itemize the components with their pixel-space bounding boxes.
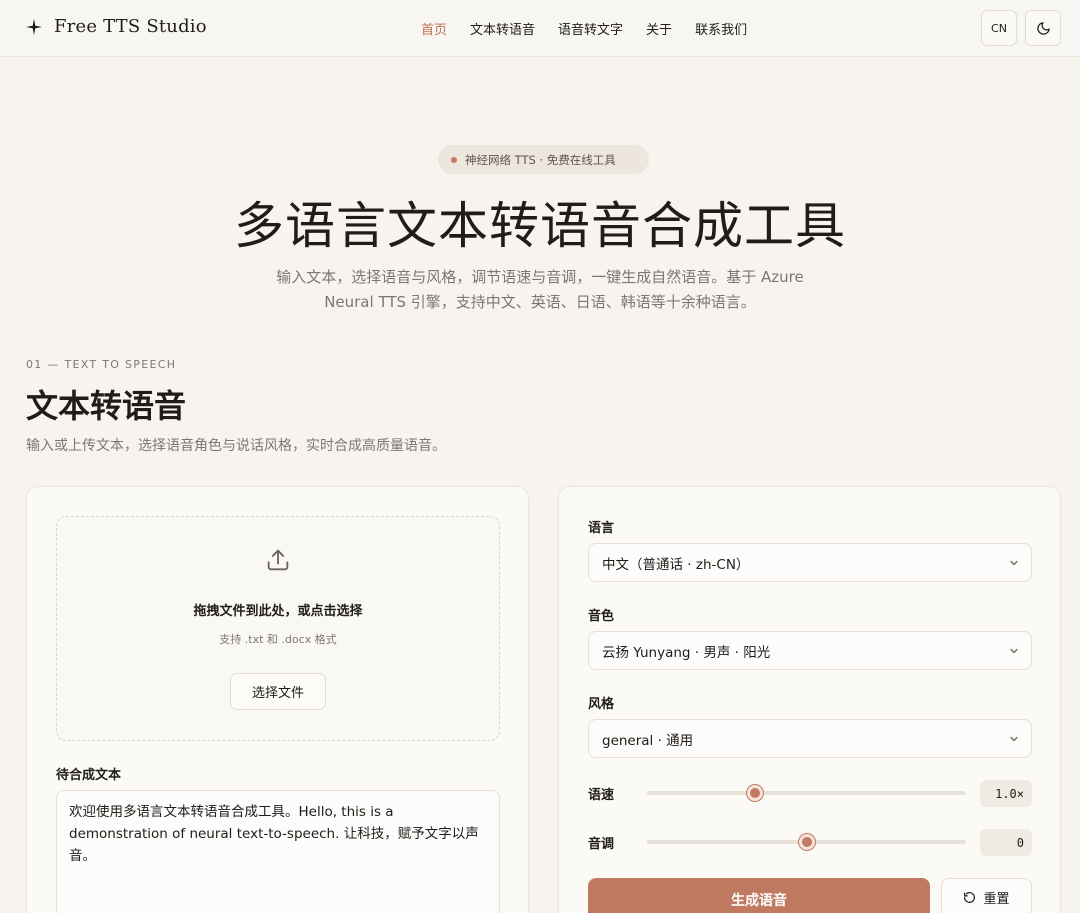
rate-label: 语速	[588, 788, 615, 803]
text-input-area[interactable]: 欢迎使用多语言文本转语音合成工具。Hello, this is a demons…	[56, 790, 500, 913]
nav-text-to-speech[interactable]: 文本转语音	[470, 19, 535, 38]
text-input-label: 待合成文本	[56, 768, 122, 783]
language-label: 语言	[588, 521, 615, 536]
dropzone-title: 拖拽文件到此处，或点击选择	[193, 604, 363, 619]
theme-toggle-button[interactable]	[1025, 10, 1061, 46]
rate-slider[interactable]	[647, 785, 966, 801]
language-select[interactable]: 中文（普通话 · zh-CN）	[588, 543, 1032, 582]
voice-settings-card: 语言 中文（普通话 · zh-CN） 音色 云扬 Yunyang · 男声 · …	[558, 486, 1061, 913]
generate-speech-button[interactable]: 生成语音	[588, 878, 930, 913]
reset-icon	[964, 892, 976, 903]
rate-slider-thumb[interactable]	[747, 785, 764, 801]
hero-subtitle: 输入文本，选择语音与风格，调节语速与音调，一键生成自然语音。基于 Azure N…	[240, 265, 840, 315]
nav-home[interactable]: 首页	[421, 19, 447, 38]
reset-button[interactable]: 重置	[941, 878, 1032, 913]
style-select[interactable]: general · 通用	[588, 719, 1032, 758]
rate-value: 1.0×	[980, 780, 1032, 807]
hero-title: 多语言文本转语音合成工具	[234, 197, 846, 255]
moon-icon	[1036, 21, 1050, 35]
voice-select[interactable]: 云扬 Yunyang · 男声 · 阳光	[588, 631, 1032, 670]
text-input-card: 拖拽文件到此处，或点击选择 支持 .txt 和 .docx 格式 选择文件 待合…	[26, 486, 529, 913]
hero-subtitle-line-1: 输入文本，选择语音与风格，调节语速与音调，一键生成自然语音。基于 Azure	[276, 268, 804, 286]
section-title: 文本转语音	[26, 387, 187, 425]
chevron-down-icon	[1010, 736, 1018, 742]
badge-dot	[451, 156, 457, 163]
chevron-down-icon	[1010, 560, 1018, 566]
nav-contact[interactable]: 联系我们	[695, 19, 747, 38]
brand[interactable]: Free TTS Studio	[26, 16, 207, 37]
choose-file-button[interactable]: 选择文件	[230, 673, 326, 710]
style-select-value: general · 通用	[602, 732, 694, 749]
nav-speech-to-text[interactable]: 语音转文字	[558, 19, 623, 38]
reset-label: 重置	[983, 892, 1010, 907]
sparkle-icon	[26, 18, 42, 35]
brand-name: Free TTS Studio	[54, 16, 207, 37]
top-header: Free TTS Studio 首页 文本转语音 语音转文字 关于 联系我们 C…	[0, 0, 1080, 57]
section-eyebrow: 01 — TEXT TO SPEECH	[26, 358, 177, 371]
pitch-slider-thumb[interactable]	[798, 834, 815, 850]
main-nav: 首页 文本转语音 语音转文字 关于 联系我们	[421, 19, 747, 38]
file-dropzone[interactable]: 拖拽文件到此处，或点击选择 支持 .txt 和 .docx 格式 选择文件	[56, 516, 500, 741]
chevron-down-icon	[1010, 648, 1018, 654]
dropzone-hint: 支持 .txt 和 .docx 格式	[219, 633, 337, 646]
pitch-slider[interactable]	[647, 834, 966, 850]
pitch-label: 音调	[588, 837, 615, 852]
language-toggle-button[interactable]: CN	[981, 10, 1017, 46]
section-description: 输入或上传文本，选择语音角色与说话风格，实时合成高质量语音。	[26, 438, 446, 454]
hero-badge: 神经网络 TTS · 免费在线工具	[438, 145, 649, 174]
language-select-value: 中文（普通话 · zh-CN）	[602, 556, 750, 573]
voice-select-value: 云扬 Yunyang · 男声 · 阳光	[602, 644, 771, 661]
style-label: 风格	[588, 697, 615, 712]
pitch-value: 0	[980, 829, 1032, 856]
voice-label: 音色	[588, 609, 615, 624]
badge-text: 神经网络 TTS · 免费在线工具	[465, 152, 616, 167]
upload-icon	[267, 549, 289, 571]
nav-about[interactable]: 关于	[646, 19, 672, 38]
hero-subtitle-line-2: Neural TTS 引擎，支持中文、英语、日语、韩语等十余种语言。	[324, 293, 756, 311]
